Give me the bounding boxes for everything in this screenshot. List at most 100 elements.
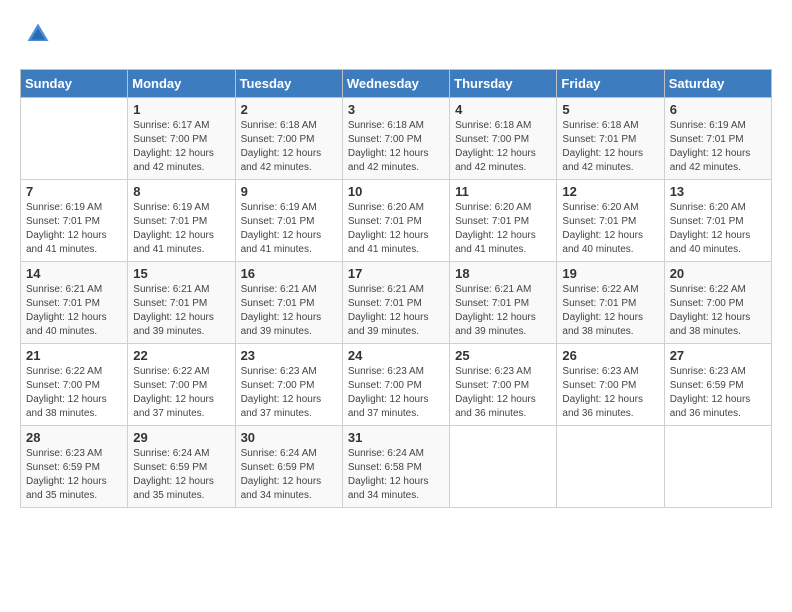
- header-row: SundayMondayTuesdayWednesdayThursdayFrid…: [21, 70, 772, 98]
- day-number: 28: [26, 430, 122, 445]
- cell-content: Sunrise: 6:19 AMSunset: 7:01 PMDaylight:…: [670, 119, 766, 175]
- calendar-cell: 17Sunrise: 6:21 AMSunset: 7:01 PMDayligh…: [342, 262, 449, 344]
- calendar-week-3: 14 Sunrise: 6:21 AMSunset: 7:01 PMDayligh…: [21, 262, 772, 344]
- calendar-cell: 8 Sunrise: 6:19 AMSunset: 7:01 PMDaylight…: [128, 180, 235, 262]
- calendar-cell: 21 Sunrise: 6:22 AMSunset: 7:00 PMDayligh…: [21, 344, 128, 426]
- header-cell-monday: Monday: [128, 70, 235, 98]
- calendar-week-1: 1 Sunrise: 6:17 AMSunset: 7:00 PMDaylight…: [21, 98, 772, 180]
- calendar-cell: 15 Sunrise: 6:21 AMSunset: 7:01 PMDayligh…: [128, 262, 235, 344]
- calendar-cell: 11Sunrise: 6:20 AMSunset: 7:01 PMDayligh…: [450, 180, 557, 262]
- cell-content: Sunrise: 6:21 AMSunset: 7:01 PMDaylight:…: [455, 283, 551, 339]
- cell-content: Sunrise: 6:24 AMSunset: 6:59 PMDaylight:…: [241, 447, 337, 503]
- day-number: 3: [348, 102, 444, 117]
- day-number: 19: [562, 266, 658, 281]
- calendar-cell: 29 Sunrise: 6:24 AMSunset: 6:59 PMDayligh…: [128, 426, 235, 508]
- calendar-cell: [21, 98, 128, 180]
- cell-content: Sunrise: 6:20 AMSunset: 7:01 PMDaylight:…: [348, 201, 444, 257]
- calendar-cell: 27 Sunrise: 6:23 AMSunset: 6:59 PMDayligh…: [664, 344, 771, 426]
- day-number: 8: [133, 184, 229, 199]
- day-number: 15: [133, 266, 229, 281]
- logo-icon: [24, 20, 52, 48]
- calendar-cell: 31 Sunrise: 6:24 AMSunset: 6:58 PMDayligh…: [342, 426, 449, 508]
- calendar-week-4: 21 Sunrise: 6:22 AMSunset: 7:00 PMDayligh…: [21, 344, 772, 426]
- cell-content: Sunrise: 6:20 AMSunset: 7:01 PMDaylight:…: [670, 201, 766, 257]
- day-number: 9: [241, 184, 337, 199]
- calendar-week-2: 7Sunrise: 6:19 AMSunset: 7:01 PMDaylight…: [21, 180, 772, 262]
- cell-content: Sunrise: 6:23 AMSunset: 7:00 PMDaylight:…: [455, 365, 551, 421]
- day-number: 18: [455, 266, 551, 281]
- header-cell-thursday: Thursday: [450, 70, 557, 98]
- day-number: 16: [241, 266, 337, 281]
- calendar-cell: 3 Sunrise: 6:18 AMSunset: 7:00 PMDaylight…: [342, 98, 449, 180]
- cell-content: Sunrise: 6:23 AMSunset: 7:00 PMDaylight:…: [348, 365, 444, 421]
- page-header: [20, 20, 772, 53]
- calendar-cell: 9 Sunrise: 6:19 AMSunset: 7:01 PMDaylight…: [235, 180, 342, 262]
- cell-content: Sunrise: 6:19 AMSunset: 7:01 PMDaylight:…: [241, 201, 337, 257]
- calendar-cell: 4Sunrise: 6:18 AMSunset: 7:00 PMDaylight…: [450, 98, 557, 180]
- cell-content: Sunrise: 6:19 AMSunset: 7:01 PMDaylight:…: [26, 201, 122, 257]
- cell-content: Sunrise: 6:21 AMSunset: 7:01 PMDaylight:…: [26, 283, 122, 339]
- day-number: 29: [133, 430, 229, 445]
- day-number: 31: [348, 430, 444, 445]
- calendar-cell: 25 Sunrise: 6:23 AMSunset: 7:00 PMDayligh…: [450, 344, 557, 426]
- header-cell-saturday: Saturday: [664, 70, 771, 98]
- cell-content: Sunrise: 6:18 AMSunset: 7:01 PMDaylight:…: [562, 119, 658, 175]
- day-number: 22: [133, 348, 229, 363]
- header-cell-wednesday: Wednesday: [342, 70, 449, 98]
- calendar-cell: 12 Sunrise: 6:20 AMSunset: 7:01 PMDayligh…: [557, 180, 664, 262]
- day-number: 13: [670, 184, 766, 199]
- cell-content: Sunrise: 6:23 AMSunset: 7:00 PMDaylight:…: [562, 365, 658, 421]
- day-number: 2: [241, 102, 337, 117]
- calendar-cell: 24 Sunrise: 6:23 AMSunset: 7:00 PMDayligh…: [342, 344, 449, 426]
- calendar-cell: 22 Sunrise: 6:22 AMSunset: 7:00 PMDayligh…: [128, 344, 235, 426]
- calendar-cell: [450, 426, 557, 508]
- cell-content: Sunrise: 6:21 AMSunset: 7:01 PMDaylight:…: [133, 283, 229, 339]
- cell-content: Sunrise: 6:22 AMSunset: 7:00 PMDaylight:…: [26, 365, 122, 421]
- header-cell-friday: Friday: [557, 70, 664, 98]
- calendar-cell: 30 Sunrise: 6:24 AMSunset: 6:59 PMDayligh…: [235, 426, 342, 508]
- cell-content: Sunrise: 6:23 AMSunset: 6:59 PMDaylight:…: [26, 447, 122, 503]
- cell-content: Sunrise: 6:20 AMSunset: 7:01 PMDaylight:…: [562, 201, 658, 257]
- day-number: 25: [455, 348, 551, 363]
- day-number: 21: [26, 348, 122, 363]
- calendar-cell: 14 Sunrise: 6:21 AMSunset: 7:01 PMDayligh…: [21, 262, 128, 344]
- calendar-cell: 5Sunrise: 6:18 AMSunset: 7:01 PMDaylight…: [557, 98, 664, 180]
- cell-content: Sunrise: 6:18 AMSunset: 7:00 PMDaylight:…: [348, 119, 444, 175]
- logo: [20, 20, 54, 53]
- day-number: 11: [455, 184, 551, 199]
- calendar-cell: 2Sunrise: 6:18 AMSunset: 7:00 PMDaylight…: [235, 98, 342, 180]
- header-cell-tuesday: Tuesday: [235, 70, 342, 98]
- day-number: 1: [133, 102, 229, 117]
- cell-content: Sunrise: 6:19 AMSunset: 7:01 PMDaylight:…: [133, 201, 229, 257]
- day-number: 30: [241, 430, 337, 445]
- header-cell-sunday: Sunday: [21, 70, 128, 98]
- cell-content: Sunrise: 6:22 AMSunset: 7:00 PMDaylight:…: [670, 283, 766, 339]
- cell-content: Sunrise: 6:22 AMSunset: 7:01 PMDaylight:…: [562, 283, 658, 339]
- day-number: 4: [455, 102, 551, 117]
- day-number: 6: [670, 102, 766, 117]
- cell-content: Sunrise: 6:21 AMSunset: 7:01 PMDaylight:…: [241, 283, 337, 339]
- day-number: 26: [562, 348, 658, 363]
- calendar-cell: 16 Sunrise: 6:21 AMSunset: 7:01 PMDayligh…: [235, 262, 342, 344]
- calendar-cell: 13 Sunrise: 6:20 AMSunset: 7:01 PMDayligh…: [664, 180, 771, 262]
- day-number: 12: [562, 184, 658, 199]
- day-number: 20: [670, 266, 766, 281]
- cell-content: Sunrise: 6:23 AMSunset: 6:59 PMDaylight:…: [670, 365, 766, 421]
- calendar-table: SundayMondayTuesdayWednesdayThursdayFrid…: [20, 69, 772, 508]
- day-number: 24: [348, 348, 444, 363]
- cell-content: Sunrise: 6:24 AMSunset: 6:59 PMDaylight:…: [133, 447, 229, 503]
- calendar-cell: 26 Sunrise: 6:23 AMSunset: 7:00 PMDayligh…: [557, 344, 664, 426]
- cell-content: Sunrise: 6:17 AMSunset: 7:00 PMDaylight:…: [133, 119, 229, 175]
- day-number: 14: [26, 266, 122, 281]
- cell-content: Sunrise: 6:22 AMSunset: 7:00 PMDaylight:…: [133, 365, 229, 421]
- calendar-cell: [664, 426, 771, 508]
- day-number: 10: [348, 184, 444, 199]
- calendar-cell: 1 Sunrise: 6:17 AMSunset: 7:00 PMDaylight…: [128, 98, 235, 180]
- day-number: 27: [670, 348, 766, 363]
- calendar-cell: 6 Sunrise: 6:19 AMSunset: 7:01 PMDaylight…: [664, 98, 771, 180]
- calendar-cell: 19 Sunrise: 6:22 AMSunset: 7:01 PMDayligh…: [557, 262, 664, 344]
- calendar-cell: 20 Sunrise: 6:22 AMSunset: 7:00 PMDayligh…: [664, 262, 771, 344]
- cell-content: Sunrise: 6:23 AMSunset: 7:00 PMDaylight:…: [241, 365, 337, 421]
- cell-content: Sunrise: 6:21 AMSunset: 7:01 PMDaylight:…: [348, 283, 444, 339]
- cell-content: Sunrise: 6:24 AMSunset: 6:58 PMDaylight:…: [348, 447, 444, 503]
